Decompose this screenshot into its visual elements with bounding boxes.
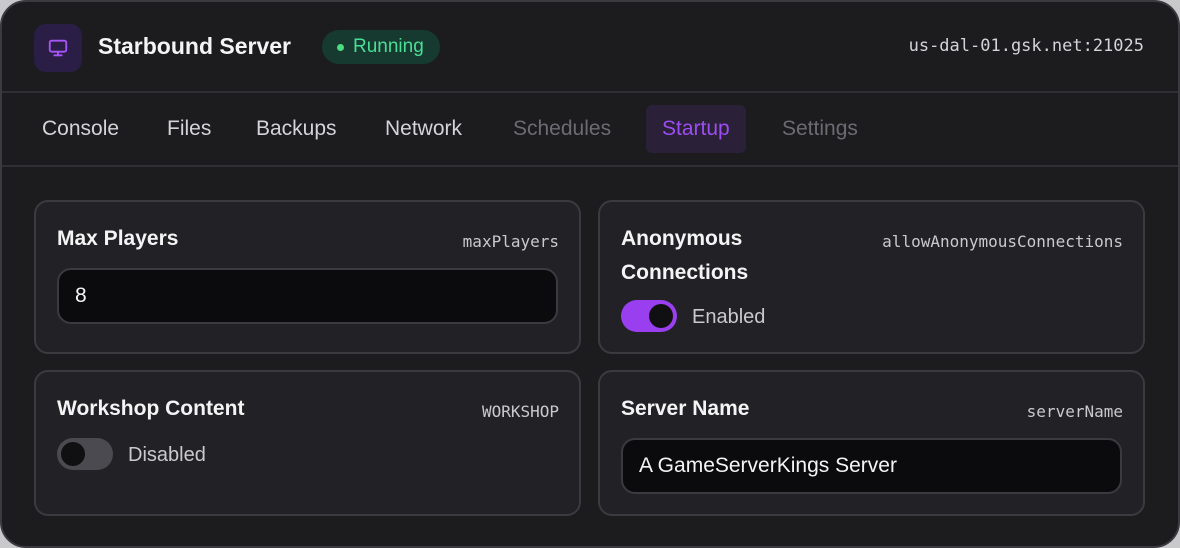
monitor-icon bbox=[34, 24, 82, 72]
header: Starbound Server Running us-dal-01.gsk.n… bbox=[2, 2, 1178, 93]
toggle-state-label: Enabled bbox=[692, 306, 766, 328]
card-title: Workshop Content bbox=[57, 397, 245, 420]
server-panel-window: Starbound Server Running us-dal-01.gsk.n… bbox=[0, 0, 1180, 548]
card-anonymous-connections: Anonymous Connections allowAnonymousConn… bbox=[598, 200, 1145, 354]
card-workshop-content: Workshop Content WORKSHOP Disabled bbox=[34, 370, 581, 516]
tab-files[interactable]: Files bbox=[167, 105, 211, 153]
status-dot-icon bbox=[337, 43, 344, 51]
tab-network[interactable]: Network bbox=[385, 105, 462, 153]
tab-bar: Console Files Backups Network Schedules … bbox=[2, 93, 1178, 167]
card-title-line: Anonymous bbox=[621, 227, 743, 250]
max-players-input[interactable]: 8 bbox=[57, 268, 558, 324]
card-server-name: Server Name serverName A GameServerKings… bbox=[598, 370, 1145, 516]
anonymous-connections-toggle[interactable] bbox=[621, 300, 677, 332]
variable-key: WORKSHOP bbox=[481, 402, 559, 421]
toggle-state-label: Disabled bbox=[128, 444, 206, 466]
card-title: Max Players bbox=[57, 227, 179, 250]
status-badge: Running bbox=[322, 30, 440, 64]
status-badge-label: Running bbox=[353, 36, 424, 57]
card-title: Server Name bbox=[621, 397, 750, 420]
variable-key: allowAnonymousConnections bbox=[882, 232, 1123, 251]
variable-key: serverName bbox=[1026, 402, 1123, 421]
toggle-knob bbox=[61, 442, 85, 466]
toggle-knob bbox=[649, 304, 673, 328]
tab-startup[interactable]: Startup bbox=[646, 105, 746, 153]
server-address: us-dal-01.gsk.net:21025 bbox=[908, 36, 1144, 56]
card-title: Anonymous Connections bbox=[621, 222, 748, 290]
tab-backups[interactable]: Backups bbox=[256, 105, 337, 153]
page-title: Starbound Server bbox=[98, 33, 291, 59]
tab-settings[interactable]: Settings bbox=[782, 105, 858, 153]
variable-key: maxPlayers bbox=[462, 232, 559, 251]
tab-console[interactable]: Console bbox=[42, 105, 119, 153]
server-name-input[interactable]: A GameServerKings Server bbox=[621, 438, 1122, 494]
tab-schedules[interactable]: Schedules bbox=[513, 105, 611, 153]
card-max-players: Max Players maxPlayers 8 bbox=[34, 200, 581, 354]
workshop-content-toggle[interactable] bbox=[57, 438, 113, 470]
card-title-line: Connections bbox=[621, 261, 749, 284]
